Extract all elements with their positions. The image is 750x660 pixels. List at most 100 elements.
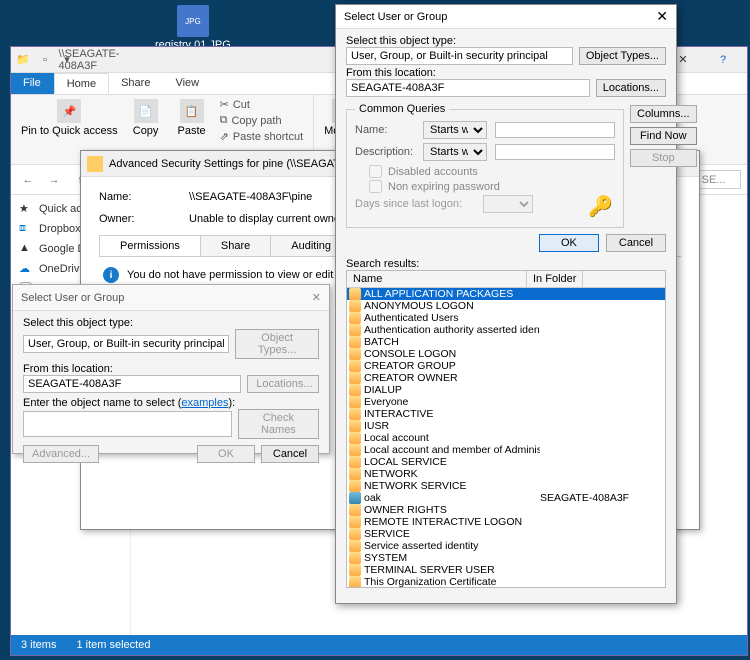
enter-label: Enter the object name to select (example… (23, 397, 319, 409)
object-name-input[interactable] (23, 411, 232, 437)
result-row[interactable]: This Organization Certificate (347, 576, 665, 588)
result-row[interactable]: CONSOLE LOGON (347, 348, 665, 360)
desc-match-select[interactable]: Starts with (423, 143, 487, 161)
principal-icon (349, 324, 361, 336)
close-button[interactable]: ✕ (312, 291, 321, 304)
name-match-select[interactable]: Starts with (423, 121, 487, 139)
result-row[interactable]: ALL APPLICATION PACKAGES (347, 288, 665, 300)
object-types-button[interactable]: Object Types... (235, 329, 319, 359)
loc-input[interactable] (23, 375, 241, 393)
principal-icon (349, 288, 361, 300)
result-row[interactable]: DIALUP (347, 384, 665, 396)
columns-button[interactable]: Columns... (630, 105, 697, 123)
examples-link[interactable]: examples (181, 397, 228, 409)
principal-icon (349, 336, 361, 348)
seluser-sm-titlebar: Select User or Group ✕ (13, 285, 329, 311)
help-button[interactable]: ? (703, 49, 743, 71)
otype-input[interactable] (346, 47, 573, 65)
result-row[interactable]: INTERACTIVE (347, 408, 665, 420)
result-row[interactable]: NETWORK SERVICE (347, 480, 665, 492)
copypath-button[interactable]: ⧉Copy path (216, 113, 308, 128)
result-name: ANONYMOUS LOGON (364, 300, 540, 312)
result-row[interactable]: IUSR (347, 420, 665, 432)
status-bar: 3 items 1 item selected (11, 635, 747, 655)
otype-input[interactable] (23, 335, 229, 353)
result-name: SERVICE (364, 528, 540, 540)
forward-button[interactable]: → (43, 169, 65, 191)
select-user-dialog-large: Select User or Group ✕ Select this objec… (335, 4, 677, 604)
col-folder[interactable]: In Folder (527, 271, 583, 287)
principal-icon (349, 396, 361, 408)
result-name: oak (364, 492, 540, 504)
tab-file[interactable]: File (11, 73, 54, 94)
days-label: Days since last logon: (355, 198, 475, 210)
result-row[interactable]: Service asserted identity (347, 540, 665, 552)
tab-home[interactable]: Home (54, 73, 109, 94)
locations-button[interactable]: Locations... (247, 375, 319, 393)
result-row[interactable]: OWNER RIGHTS (347, 504, 665, 516)
tab-share[interactable]: Share (109, 73, 163, 94)
cancel-button[interactable]: Cancel (261, 445, 319, 463)
principal-icon (349, 540, 361, 552)
qat-item[interactable]: ▫ (37, 52, 53, 68)
result-row[interactable]: SERVICE (347, 528, 665, 540)
object-types-button[interactable]: Object Types... (579, 47, 666, 65)
desktop-file-icon[interactable]: JPG registry 01.JPG (155, 5, 231, 51)
ok-button[interactable]: OK (539, 234, 599, 252)
result-row[interactable]: LOCAL SERVICE (347, 456, 665, 468)
pin-button[interactable]: 📌Pin to Quick access (17, 97, 122, 144)
pasteshortcut-button[interactable]: ⇗Paste shortcut (216, 129, 308, 144)
result-row[interactable]: Local account and member of Administrato… (347, 444, 665, 456)
days-select[interactable] (483, 195, 533, 213)
tab-view[interactable]: View (163, 73, 212, 94)
result-row[interactable]: CREATOR OWNER (347, 372, 665, 384)
findnow-button[interactable]: Find Now (630, 127, 697, 145)
disabled-checkbox[interactable] (369, 165, 382, 178)
result-row[interactable]: NETWORK (347, 468, 665, 480)
principal-icon (349, 528, 361, 540)
paste-button[interactable]: 📋Paste (170, 97, 214, 144)
result-row[interactable]: Everyone (347, 396, 665, 408)
otype-label: Select this object type: (346, 35, 666, 47)
name-input[interactable] (495, 122, 615, 138)
status-selected: 1 item selected (76, 639, 150, 651)
result-row[interactable]: ANONYMOUS LOGON (347, 300, 665, 312)
result-row[interactable]: CREATOR GROUP (347, 360, 665, 372)
principal-icon (349, 384, 361, 396)
stop-button[interactable]: Stop (630, 149, 697, 167)
loc-input[interactable] (346, 79, 590, 97)
tab-permissions[interactable]: Permissions (99, 235, 201, 256)
advanced-button[interactable]: Advanced... (23, 445, 99, 463)
result-row[interactable]: BATCH (347, 336, 665, 348)
result-name: Authenticated Users (364, 312, 540, 324)
result-folder: SEAGATE-408A3F (540, 492, 629, 504)
result-name: IUSR (364, 420, 540, 432)
result-name: NETWORK SERVICE (364, 480, 540, 492)
ok-button[interactable]: OK (197, 445, 255, 463)
close-button[interactable]: ✕ (656, 8, 668, 25)
tab-share[interactable]: Share (200, 235, 271, 256)
nonexp-checkbox[interactable] (369, 180, 382, 193)
locations-button[interactable]: Locations... (596, 79, 666, 97)
check-names-button[interactable]: Check Names (238, 409, 319, 439)
result-row[interactable]: oakSEAGATE-408A3F (347, 492, 665, 504)
col-name[interactable]: Name (347, 271, 527, 287)
result-row[interactable]: TERMINAL SERVER USER (347, 564, 665, 576)
result-row[interactable]: REMOTE INTERACTIVE LOGON (347, 516, 665, 528)
principal-icon (349, 480, 361, 492)
cut-button[interactable]: ✂Cut (216, 97, 308, 112)
result-row[interactable]: Local account (347, 432, 665, 444)
shortcut-icon: ⇗ (220, 130, 229, 143)
results-list[interactable]: Name In Folder ALL APPLICATION PACKAGESA… (346, 270, 666, 588)
copy-button[interactable]: 📄Copy (124, 97, 168, 144)
desc-input[interactable] (495, 144, 615, 160)
result-name: Everyone (364, 396, 540, 408)
back-button[interactable]: ← (17, 169, 39, 191)
principal-icon (349, 300, 361, 312)
result-name: This Organization Certificate (364, 576, 540, 588)
result-row[interactable]: Authentication authority asserted identi… (347, 324, 665, 336)
result-row[interactable]: Authenticated Users (347, 312, 665, 324)
cancel-button[interactable]: Cancel (606, 234, 666, 252)
result-row[interactable]: SYSTEM (347, 552, 665, 564)
name-label: Name: (355, 124, 415, 136)
